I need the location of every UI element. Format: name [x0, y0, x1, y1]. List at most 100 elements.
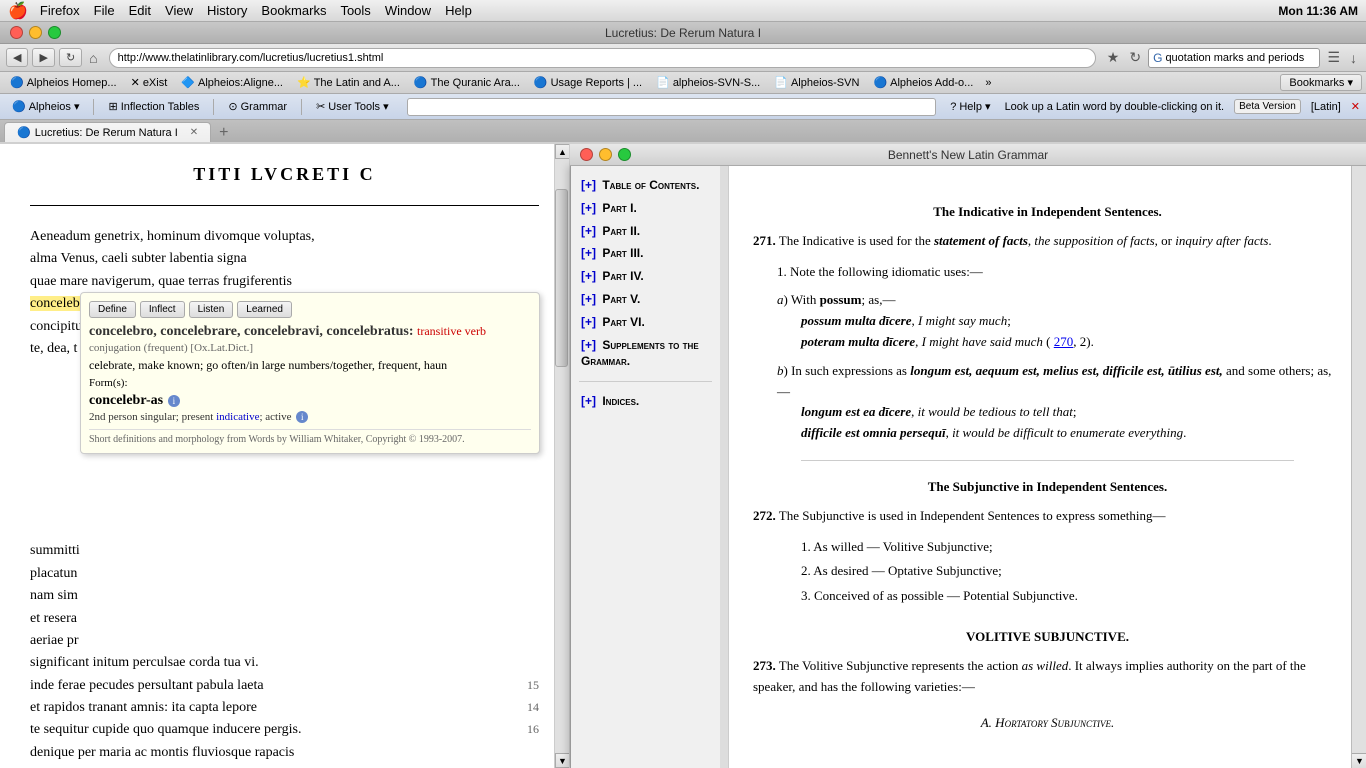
grammar-close-button[interactable] [580, 148, 593, 161]
toc-item-6[interactable]: [+] Part VI. [579, 311, 712, 334]
menu-file[interactable]: File [94, 3, 115, 18]
define-button[interactable]: Define [89, 301, 136, 318]
back-button[interactable]: ◀ [6, 48, 28, 67]
toc-item-indices[interactable]: [+] Indices. [579, 390, 712, 413]
help-label: ? Help ▾ [950, 100, 990, 113]
help-button[interactable]: ? Help ▾ [944, 98, 996, 115]
toc-plus-icon: [+] [581, 338, 596, 352]
grammar-button[interactable]: ⊙ Grammar [222, 98, 293, 115]
bookmark-star-icon[interactable]: ★ [1104, 49, 1123, 66]
url-bar[interactable] [109, 48, 1096, 68]
latin-line: et rapidos tranant amnis: ita capta lepo… [30, 697, 539, 719]
example-3: longum est ea dīcere, it would be tediou… [801, 402, 1342, 423]
main-content: TITI LVCRETI C Aeneadum genetrix, hominu… [0, 144, 1366, 768]
toolbar-close-icon[interactable]: ✕ [1351, 100, 1360, 113]
scroll-down-button[interactable]: ▼ [555, 753, 570, 768]
scroll-thumb[interactable] [555, 189, 568, 367]
bookmark-exist[interactable]: ✕ eXist [125, 75, 174, 90]
bookmark-svn[interactable]: 📄 Alpheios-SVN [768, 75, 865, 90]
toc-item-toc[interactable]: [+] Table of Contents. [579, 174, 712, 197]
bookmark-usage[interactable]: 🔵 Usage Reports | ... [528, 75, 648, 90]
menu-firefox[interactable]: Firefox [40, 3, 80, 18]
toc-separator [721, 166, 729, 768]
addon-favicon: 🔵 [873, 76, 887, 89]
toc-item-supplements[interactable]: [+] Supplements to the Grammar. [579, 334, 712, 374]
menu-icon[interactable]: ☰ [1324, 49, 1343, 66]
scroll-track[interactable] [555, 159, 569, 753]
alpheios-menu[interactable]: 🔵 Alpheios ▾ [6, 98, 85, 115]
grammar-icon: ⊙ [228, 100, 237, 113]
toc-label: Indices. [602, 394, 639, 408]
line-text: concipitu [30, 316, 82, 338]
latin-scrollbar[interactable]: ▲ ▼ [554, 144, 569, 768]
downloads-icon[interactable]: ↓ [1347, 50, 1360, 66]
info-icon2[interactable]: i [296, 411, 308, 423]
bookmark-svn-s[interactable]: 📄 alpheios-SVN-S... [650, 75, 766, 90]
line-number: 14 [509, 698, 539, 717]
menu-bookmarks[interactable]: Bookmarks [261, 3, 326, 18]
grammar-maximize-button[interactable] [618, 148, 631, 161]
menu-edit[interactable]: Edit [129, 3, 151, 18]
bookmarks-overflow[interactable]: » [981, 77, 995, 89]
grammar-ref-link[interactable]: 270 [1054, 334, 1074, 349]
form-voice: ; active [259, 411, 291, 423]
italic-text: statement of facts [934, 233, 1028, 248]
line-text: Aeneadum genetrix, hominum divomque volu… [30, 226, 315, 248]
search-bar[interactable] [1165, 52, 1315, 64]
toc-plus-icon: [+] [581, 292, 596, 306]
toc-item-3[interactable]: [+] Part III. [579, 242, 712, 265]
refresh-icon[interactable]: ↻ [1126, 49, 1144, 66]
bookmark-latin[interactable]: ⭐ The Latin and A... [291, 75, 406, 90]
example-1: possum multa dīcere, I might say much; [801, 311, 1342, 332]
line-text: et rapidos tranant amnis: ita capta lepo… [30, 697, 257, 719]
maximize-button[interactable] [48, 26, 61, 39]
menu-help[interactable]: Help [445, 3, 472, 18]
example-2: poteram multa dīcere, I might have said … [801, 332, 1342, 353]
inflection-tables-button[interactable]: ⊞ Inflection Tables [102, 98, 205, 115]
menu-view[interactable]: View [165, 3, 193, 18]
bookmarks-bar: 🔵 Alpheios Homep... ✕ eXist 🔷 Alpheios:A… [0, 72, 1366, 94]
bookmark-alpheios[interactable]: 🔵 Alpheios Homep... [4, 75, 123, 90]
bookmarks-button[interactable]: Bookmarks ▾ [1280, 74, 1362, 91]
menu-tools[interactable]: Tools [340, 3, 370, 18]
grammar-minimize-button[interactable] [599, 148, 612, 161]
scroll-up-button[interactable]: ▲ [555, 144, 570, 159]
tab-lucretius[interactable]: 🔵 Lucretius: De Rerum Natura I ✕ [4, 122, 211, 142]
forward-button[interactable]: ▶ [32, 48, 54, 67]
new-tab-button[interactable]: + [211, 124, 236, 142]
info-icon[interactable]: i [168, 395, 180, 407]
bookmark-quranic[interactable]: 🔵 The Quranic Ara... [408, 75, 526, 90]
bookmark-aligne[interactable]: 🔷 Alpheios:Aligne... [175, 75, 289, 90]
popup-conjugation: conjugation (frequent) [Ox.Lat.Dict.] [89, 342, 531, 354]
item-b-examples: longum est ea dīcere, it would be tediou… [801, 402, 1342, 444]
minimize-button[interactable] [29, 26, 42, 39]
toc-item-4[interactable]: [+] Part IV. [579, 265, 712, 288]
tab-close-icon[interactable]: ✕ [190, 127, 198, 138]
indicative-link[interactable]: indicative [216, 411, 259, 423]
latin-line: te sequitur cupide quo quamque inducere … [30, 719, 539, 741]
latin-line: denique per maria ac montis fluviosque r… [30, 742, 539, 764]
popup-word: concelebro, concelebrare, concelebravi, … [89, 324, 531, 340]
bookmark-addon[interactable]: 🔵 Alpheios Add-o... [867, 75, 979, 90]
right-scrollbar[interactable]: ▲ ▼ [1351, 144, 1366, 768]
toc-item-2[interactable]: [+] Part II. [579, 220, 712, 243]
toc-item-5[interactable]: [+] Part V. [579, 288, 712, 311]
listen-button[interactable]: Listen [189, 301, 234, 318]
apple-menu[interactable]: 🍎 [8, 1, 28, 21]
list-item: 3. Conceived of as possible — Potential … [801, 586, 1342, 607]
toolbar-search-input[interactable] [407, 98, 937, 116]
home-icon[interactable]: ⌂ [86, 50, 100, 66]
inflect-button[interactable]: Inflect [140, 301, 185, 318]
menu-window[interactable]: Window [385, 3, 431, 18]
close-button[interactable] [10, 26, 23, 39]
reload-button[interactable]: ↻ [59, 48, 82, 67]
menu-history[interactable]: History [207, 3, 247, 18]
right-scroll-down[interactable]: ▼ [1352, 753, 1366, 768]
learned-button[interactable]: Learned [237, 301, 292, 318]
toc-item-1[interactable]: [+] Part I. [579, 197, 712, 220]
toolbar-separator2 [213, 99, 214, 115]
toc-plus-icon: [+] [581, 224, 596, 238]
user-tools-button[interactable]: ✂ User Tools ▾ [310, 98, 395, 115]
popup-forms: Form(s): concelebr-as i 2nd person singu… [89, 377, 531, 423]
grammar-titlebar: Bennett's New Latin Grammar [570, 144, 1366, 166]
